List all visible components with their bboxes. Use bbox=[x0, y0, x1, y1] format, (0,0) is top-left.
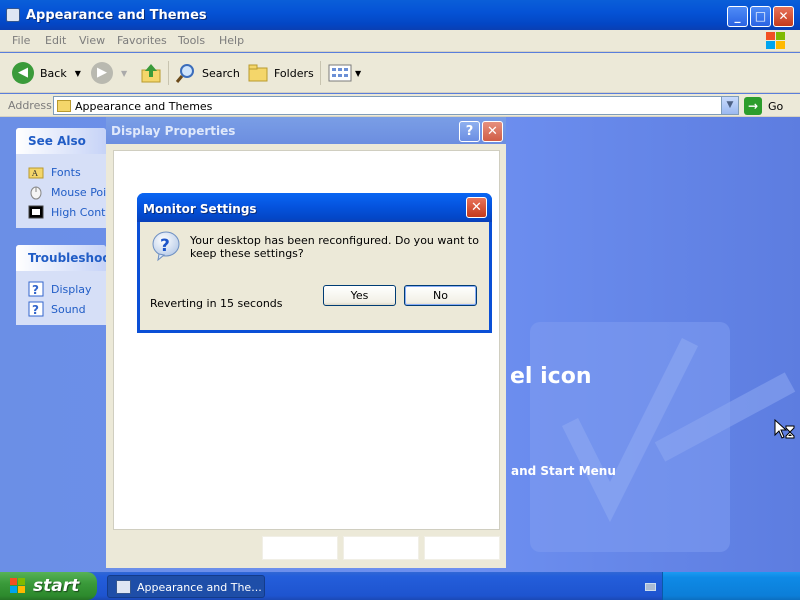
monitor-settings-close-button[interactable]: ✕ bbox=[466, 197, 487, 218]
sidebar-item-fonts[interactable]: A Fonts bbox=[28, 162, 106, 182]
go-button[interactable]: → Go bbox=[744, 97, 783, 115]
menu-view[interactable]: View bbox=[79, 34, 105, 47]
minimize-button[interactable]: _ bbox=[727, 6, 748, 27]
display-properties-window: Display Properties ? ✕ bbox=[106, 117, 506, 568]
control-panel-icon bbox=[6, 8, 20, 22]
folders-button[interactable]: Folders bbox=[247, 61, 314, 85]
sidebar-item-label: Sound bbox=[51, 302, 86, 316]
address-bar: Address Appearance and Themes ▼ → Go bbox=[0, 94, 800, 117]
monitor-settings-dialog: Monitor Settings ✕ ? Your desktop has be… bbox=[137, 193, 492, 333]
help-icon: ? bbox=[28, 301, 44, 317]
start-button[interactable]: start bbox=[0, 572, 97, 600]
menu-favorites[interactable]: Favorites bbox=[117, 34, 167, 47]
toolbar-separator bbox=[320, 61, 321, 85]
see-also-heading[interactable]: See Also bbox=[16, 128, 106, 154]
high-contrast-icon bbox=[28, 205, 44, 219]
help-icon: ? bbox=[28, 281, 44, 297]
no-button[interactable]: No bbox=[404, 285, 477, 306]
close-button[interactable]: ✕ bbox=[773, 6, 794, 27]
svg-text:?: ? bbox=[32, 303, 39, 317]
sidebar-item-mouse-pointers[interactable]: Mouse Poin bbox=[28, 182, 106, 202]
folder-icon bbox=[57, 100, 71, 112]
system-tray bbox=[662, 572, 800, 600]
search-icon bbox=[175, 64, 194, 83]
taskbar-window-button[interactable]: Appearance and The... bbox=[107, 575, 265, 598]
menu-edit[interactable]: Edit bbox=[45, 34, 66, 47]
yes-button[interactable]: Yes bbox=[323, 285, 396, 306]
back-dropdown-icon[interactable]: ▼ bbox=[75, 69, 81, 78]
menu-file[interactable]: File bbox=[12, 34, 30, 47]
forward-dropdown-icon[interactable]: ▼ bbox=[121, 69, 127, 78]
menu-bar: File Edit View Favorites Tools Help bbox=[0, 30, 800, 52]
address-value: Appearance and Themes bbox=[75, 100, 213, 113]
search-label: Search bbox=[202, 66, 240, 80]
back-arrow-icon: ◀ bbox=[12, 62, 34, 84]
address-label: Address bbox=[8, 99, 52, 112]
svg-text:?: ? bbox=[32, 283, 39, 297]
menu-tools[interactable]: Tools bbox=[178, 34, 205, 47]
start-label: start bbox=[33, 576, 80, 596]
search-button[interactable]: Search bbox=[175, 61, 240, 85]
address-dropdown-button[interactable]: ▼ bbox=[721, 97, 738, 114]
forward-arrow-icon: ▶ bbox=[91, 62, 113, 84]
display-properties-close-button[interactable]: ✕ bbox=[482, 121, 503, 142]
windows-logo-icon bbox=[10, 578, 27, 594]
category-heading: el icon bbox=[510, 364, 592, 389]
monitor-settings-titlebar[interactable]: Monitor Settings ✕ bbox=[137, 193, 492, 222]
svg-text:A: A bbox=[31, 169, 38, 178]
views-button[interactable]: ▼ bbox=[328, 61, 361, 85]
forward-button[interactable]: ▶ ▼ bbox=[91, 61, 127, 85]
sidebar-item-label: High Contr bbox=[51, 205, 106, 219]
views-dropdown-icon[interactable]: ▼ bbox=[355, 69, 361, 78]
apply-button[interactable] bbox=[424, 536, 500, 560]
taskbar: start Appearance and The... bbox=[0, 572, 800, 600]
see-also-panel: See Also A Fonts Mouse Poin High Contr bbox=[16, 128, 106, 228]
troubleshooters-panel: Troubleshoot ? Display ? Sound bbox=[16, 245, 106, 325]
toolbar: ◀ Back ▼ ▶ ▼ Search Folders ▼ bbox=[0, 53, 800, 93]
up-folder-icon bbox=[141, 64, 161, 83]
sidebar-item-high-contrast[interactable]: High Contr bbox=[28, 202, 106, 222]
folders-label: Folders bbox=[274, 66, 314, 80]
sidebar-item-label: Display bbox=[51, 282, 92, 296]
windows-logo-icon bbox=[766, 32, 786, 50]
taskbar-window-label: Appearance and The... bbox=[137, 581, 262, 594]
control-panel-watermark-icon bbox=[530, 322, 796, 552]
sidebar-item-label: Mouse Poin bbox=[51, 185, 106, 199]
go-arrow-icon: → bbox=[744, 97, 762, 115]
monitor-settings-message: Your desktop has been reconfigured. Do y… bbox=[190, 234, 479, 260]
folders-icon bbox=[248, 64, 268, 82]
display-properties-titlebar[interactable]: Display Properties bbox=[106, 117, 506, 144]
cancel-button[interactable] bbox=[343, 536, 419, 560]
taskbar-start-menu-link[interactable]: and Start Menu bbox=[511, 464, 616, 478]
back-button[interactable]: ◀ Back ▼ bbox=[12, 61, 81, 85]
control-panel-icon bbox=[116, 580, 131, 594]
go-label: Go bbox=[768, 99, 784, 113]
monitor-settings-title: Monitor Settings bbox=[143, 202, 257, 216]
sidebar-item-sound[interactable]: ? Sound bbox=[28, 299, 106, 319]
toolbar-separator bbox=[168, 61, 169, 85]
maximize-button[interactable]: □ bbox=[750, 6, 771, 27]
sidebar-item-display[interactable]: ? Display bbox=[28, 279, 106, 299]
menu-help[interactable]: Help bbox=[219, 34, 244, 47]
window-titlebar[interactable]: Appearance and Themes _ □ ✕ bbox=[0, 0, 800, 30]
troubleshooters-heading[interactable]: Troubleshoot bbox=[16, 245, 106, 271]
ok-button[interactable] bbox=[262, 536, 338, 560]
address-input[interactable]: Appearance and Themes ▼ bbox=[53, 96, 739, 115]
sidebar-item-label: Fonts bbox=[51, 165, 81, 179]
back-label: Back bbox=[40, 66, 67, 80]
help-button[interactable]: ? bbox=[459, 121, 480, 142]
views-icon bbox=[328, 64, 352, 82]
window-title: Appearance and Themes bbox=[26, 8, 207, 23]
question-icon: ? bbox=[152, 231, 180, 262]
display-properties-title: Display Properties bbox=[111, 124, 236, 138]
mouse-icon bbox=[30, 186, 42, 200]
arrow-hourglass-cursor-icon bbox=[774, 418, 795, 439]
fonts-folder-icon: A bbox=[28, 167, 44, 179]
up-folder-button[interactable] bbox=[140, 61, 162, 85]
svg-text:?: ? bbox=[160, 236, 170, 256]
keyboard-icon[interactable] bbox=[645, 583, 656, 591]
revert-countdown: Reverting in 15 seconds bbox=[150, 297, 283, 310]
